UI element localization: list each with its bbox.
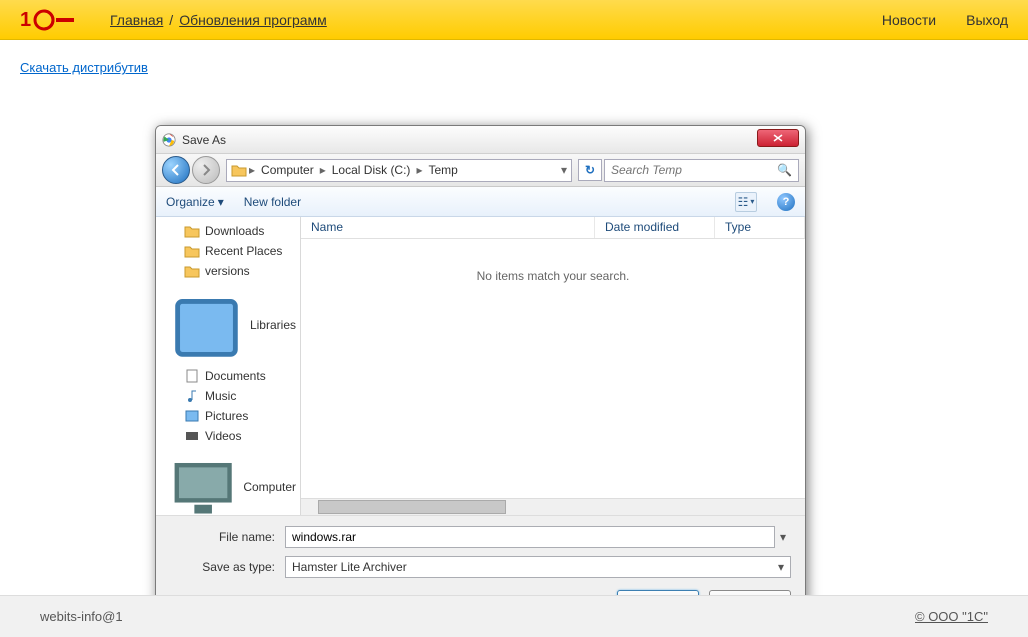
filename-dropdown-icon[interactable]: ▾: [775, 530, 791, 544]
savetype-label: Save as type:: [170, 560, 285, 574]
dialog-body: Downloads Recent Places versions Librari…: [156, 217, 805, 515]
save-as-dialog: Save As ▸ Computer ▸ Local Disk (C:) ▸ T…: [155, 125, 806, 628]
header-links: Новости Выход: [882, 12, 1008, 28]
path-sep-icon: ▸: [320, 163, 326, 177]
help-icon: ?: [783, 196, 790, 208]
col-type[interactable]: Type: [715, 217, 805, 238]
page-header: 1 Главная / Обновления программ Новости …: [0, 0, 1028, 40]
tree-music[interactable]: Music: [156, 386, 300, 406]
tree-documents[interactable]: Documents: [156, 366, 300, 386]
chrome-icon: [162, 133, 176, 147]
nav-exit[interactable]: Выход: [966, 12, 1008, 28]
organize-menu[interactable]: Organize▾: [166, 195, 224, 209]
search-input[interactable]: [611, 163, 777, 177]
arrow-left-icon: [169, 163, 183, 177]
filename-input[interactable]: [285, 526, 775, 548]
chevron-down-icon: ▾: [750, 197, 754, 206]
close-icon: [773, 134, 783, 142]
close-button[interactable]: [757, 129, 799, 147]
chevron-down-icon: ▾: [778, 560, 784, 574]
refresh-icon: ↻: [585, 163, 595, 177]
dialog-toolbar: Organize▾ New folder ☷▾ ?: [156, 187, 805, 217]
path-computer[interactable]: Computer: [257, 163, 318, 177]
footer-email: webits-info@1: [40, 609, 123, 624]
dialog-title: Save As: [182, 133, 226, 147]
search-box[interactable]: 🔍: [604, 159, 799, 182]
search-icon: 🔍: [777, 163, 792, 177]
path-sep-icon: ▸: [416, 163, 422, 177]
logo-1c: 1: [20, 8, 80, 32]
filename-label: File name:: [170, 530, 285, 544]
breadcrumb: Главная / Обновления программ: [110, 12, 882, 28]
dialog-navbar: ▸ Computer ▸ Local Disk (C:) ▸ Temp ▾ ↻ …: [156, 154, 805, 187]
folder-icon: [231, 162, 247, 178]
col-name[interactable]: Name: [301, 217, 595, 238]
path-localdisk[interactable]: Local Disk (C:): [328, 163, 415, 177]
footer-copyright[interactable]: © ООО "1С": [915, 609, 988, 624]
path-dropdown-icon[interactable]: ▾: [561, 163, 567, 177]
file-list-pane: Name Date modified Type No items match y…: [301, 217, 805, 515]
crumb-home[interactable]: Главная: [110, 12, 163, 28]
folder-tree[interactable]: Downloads Recent Places versions Librari…: [156, 217, 301, 515]
path-sep-icon: ▸: [249, 163, 255, 177]
tree-videos[interactable]: Videos: [156, 426, 300, 446]
column-headers: Name Date modified Type: [301, 217, 805, 239]
chevron-down-icon: ▾: [218, 195, 224, 209]
svg-text:1: 1: [20, 9, 31, 31]
path-temp[interactable]: Temp: [424, 163, 461, 177]
download-distrib-link[interactable]: Скачать дистрибутив: [20, 60, 148, 75]
help-button[interactable]: ?: [777, 193, 795, 211]
nav-forward-button[interactable]: [192, 156, 220, 184]
tree-recent-places[interactable]: Recent Places: [156, 241, 300, 261]
col-date[interactable]: Date modified: [595, 217, 715, 238]
empty-message: No items match your search.: [301, 239, 805, 498]
page-body: Скачать дистрибутив: [0, 40, 1028, 75]
nav-back-button[interactable]: [162, 156, 190, 184]
scrollbar-thumb[interactable]: [318, 500, 506, 514]
nav-news[interactable]: Новости: [882, 12, 936, 28]
tree-downloads[interactable]: Downloads: [156, 221, 300, 241]
savetype-select[interactable]: Hamster Lite Archiver ▾: [285, 556, 791, 578]
refresh-button[interactable]: ↻: [578, 159, 602, 181]
tree-pictures[interactable]: Pictures: [156, 406, 300, 426]
view-list-icon: ☷: [738, 195, 749, 209]
address-bar[interactable]: ▸ Computer ▸ Local Disk (C:) ▸ Temp ▾: [226, 159, 572, 182]
crumb-updates[interactable]: Обновления программ: [179, 12, 327, 28]
arrow-right-icon: [199, 163, 213, 177]
tree-computer[interactable]: Computer: [156, 446, 300, 515]
view-options-button[interactable]: ☷▾: [735, 192, 757, 212]
page-footer: webits-info@1 © ООО "1С": [0, 595, 1028, 637]
crumb-sep: /: [169, 12, 173, 28]
new-folder-button[interactable]: New folder: [244, 195, 301, 209]
dialog-titlebar: Save As: [156, 126, 805, 154]
savetype-value: Hamster Lite Archiver: [292, 560, 407, 574]
tree-libraries[interactable]: Libraries: [156, 281, 300, 366]
tree-versions[interactable]: versions: [156, 261, 300, 281]
horizontal-scrollbar[interactable]: [301, 498, 805, 515]
